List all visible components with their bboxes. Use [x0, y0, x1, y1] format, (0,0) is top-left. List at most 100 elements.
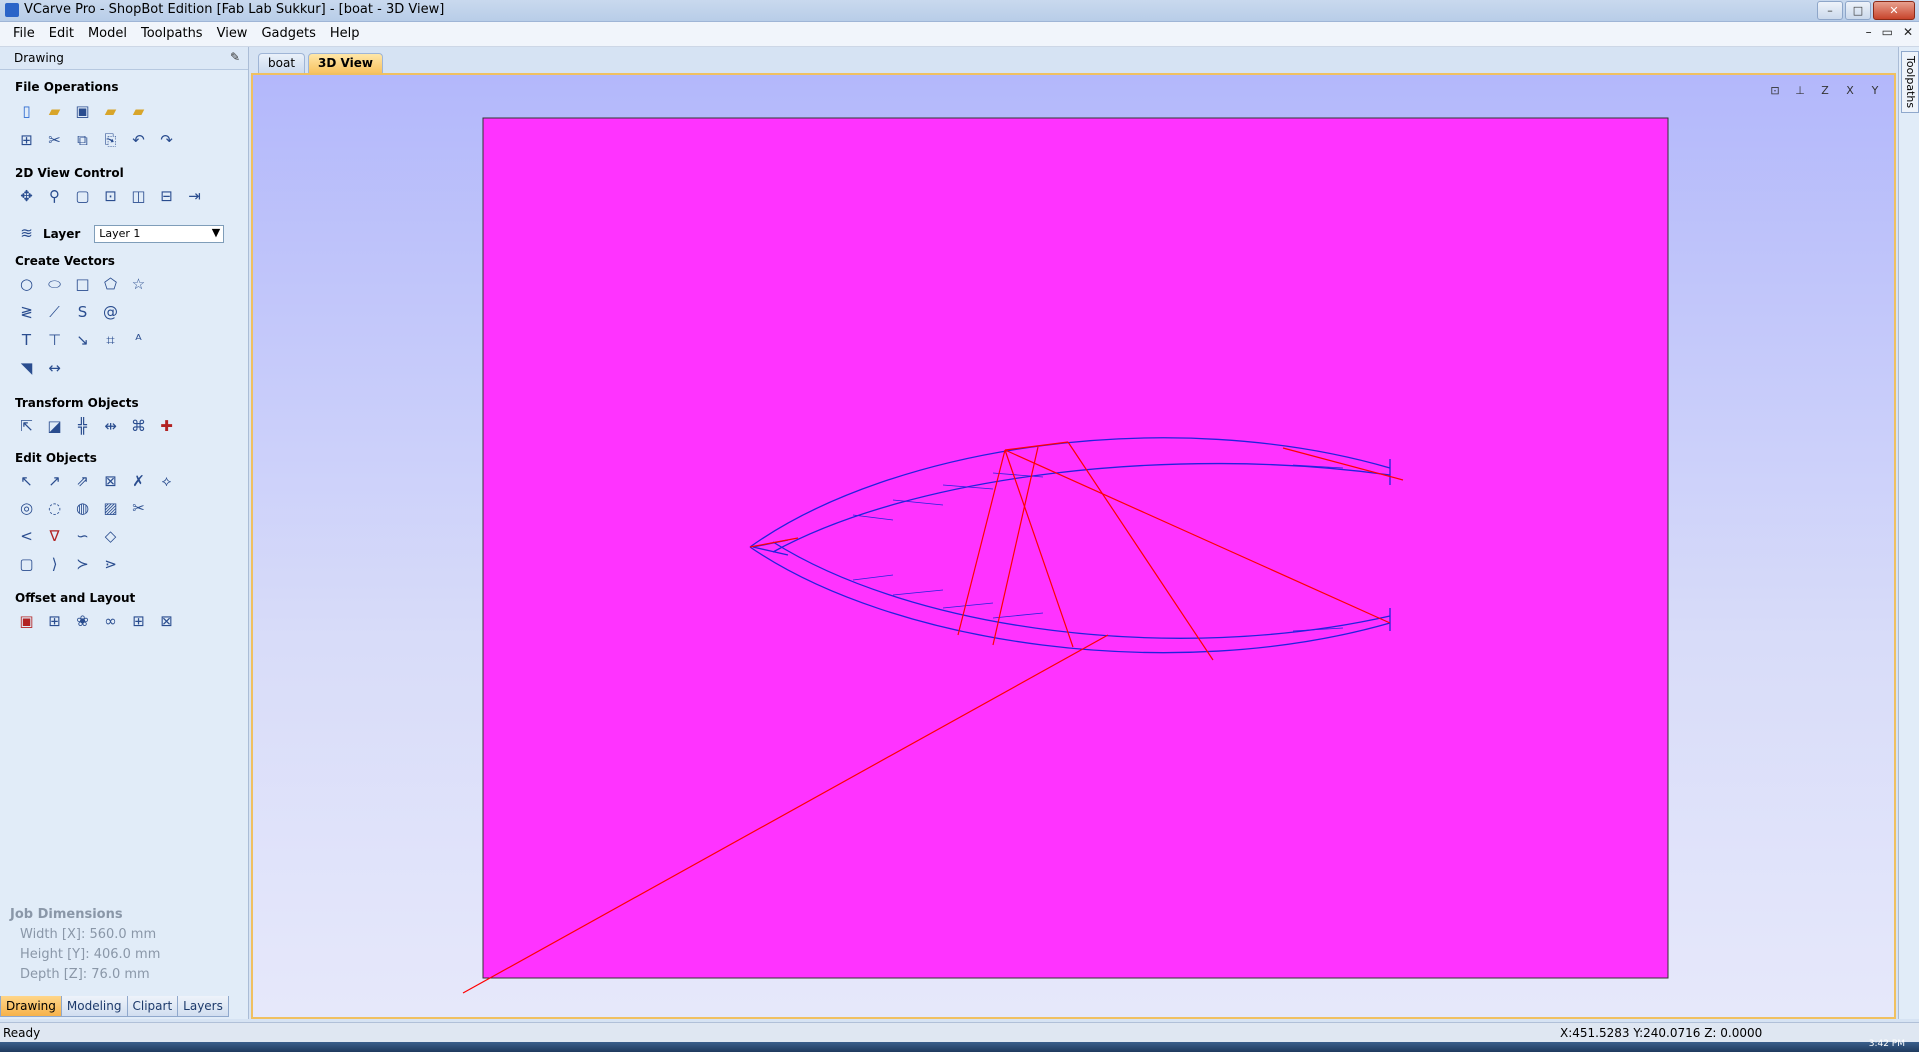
section-create-vectors: Create Vectors [15, 254, 115, 268]
zoom-icon[interactable]: ⚲ [44, 186, 65, 207]
intersect-icon[interactable]: ◍ [72, 498, 93, 519]
mdi-close-button[interactable]: ✕ [1903, 25, 1913, 39]
fit-view-icon[interactable]: ⊡ [1765, 82, 1785, 100]
path-copy-icon[interactable]: ∞ [100, 611, 121, 632]
tab-boat[interactable]: boat [258, 53, 306, 73]
export-view-icon[interactable]: ⇥ [184, 186, 205, 207]
cursor-coordinates: X:451.5283 Y:240.0716 Z: 0.0000 [1560, 1026, 1763, 1040]
move-icon[interactable]: ⇱ [16, 416, 37, 437]
job-depth: Depth [Z]: 76.0 mm [20, 967, 150, 982]
weld-icon[interactable]: ◎ [16, 498, 37, 519]
zoom-extents-icon[interactable]: ▢ [72, 186, 93, 207]
window-controls: – □ ✕ [1817, 1, 1915, 20]
text-on-curve-icon[interactable]: ↘ [72, 330, 93, 351]
text-icon[interactable]: T [16, 330, 37, 351]
auto-layout-text-icon[interactable]: ⌗ [100, 330, 121, 351]
redo-icon[interactable]: ↷ [156, 130, 177, 151]
close-button[interactable]: ✕ [1873, 1, 1915, 20]
menu-bar: File Edit Model Toolpaths View Gadgets H… [0, 22, 1919, 47]
horizontal-split-icon[interactable]: ⊟ [156, 186, 177, 207]
dimension-icon[interactable]: ↔ [44, 358, 65, 379]
measure-icon[interactable]: ⟡ [156, 471, 177, 492]
center-icon[interactable]: ✚ [156, 416, 177, 437]
layer-select[interactable]: Layer 1 ▼ [94, 224, 225, 243]
circle-icon[interactable]: ○ [16, 274, 37, 295]
select-icon[interactable]: ↖ [16, 471, 37, 492]
mirror-icon[interactable]: ⇹ [100, 416, 121, 437]
auto-layout-icon[interactable]: ⊠ [156, 611, 177, 632]
tab-toolpaths[interactable]: Toolpaths [1901, 51, 1919, 113]
import-bitmap-icon[interactable]: ▰ [128, 101, 149, 122]
subtract-icon[interactable]: ◌ [44, 498, 65, 519]
paste-icon[interactable]: ⎘ [100, 130, 121, 151]
undo-icon[interactable]: ↶ [128, 130, 149, 151]
nesting-icon[interactable]: ⊞ [44, 611, 65, 632]
text-box-icon[interactable]: ⊤ [44, 330, 65, 351]
pan-icon[interactable]: ✥ [16, 186, 37, 207]
iso-view-icon[interactable]: ⊥ [1790, 82, 1810, 100]
jigsaw-icon[interactable]: ⋗ [100, 554, 121, 575]
import-vectors-icon[interactable]: ▰ [100, 101, 121, 122]
menu-model[interactable]: Model [81, 26, 134, 41]
copy-icon[interactable]: ⧉ [72, 130, 93, 151]
polygon-icon[interactable]: ⬠ [100, 274, 121, 295]
transform-select-icon[interactable]: ⇗ [72, 471, 93, 492]
tab-layers[interactable]: Layers [177, 996, 229, 1017]
s-curve-icon[interactable]: S [72, 302, 93, 323]
group-icon[interactable]: ▢ [16, 554, 37, 575]
split-view-icon[interactable]: ◫ [128, 186, 149, 207]
layer-select-value: Layer 1 [99, 226, 141, 240]
selection-icon[interactable]: ⊠ [100, 471, 121, 492]
mdi-minimize-button[interactable]: – [1866, 25, 1872, 39]
menu-file[interactable]: File [6, 26, 42, 41]
text-arc-icon[interactable]: ᴬ [128, 330, 149, 351]
side-y-view-icon[interactable]: Y [1865, 82, 1885, 100]
scissors-icon[interactable]: ✂ [128, 498, 149, 519]
array-copy-icon[interactable]: ⊞ [128, 611, 149, 632]
menu-view[interactable]: View [210, 26, 255, 41]
trace-bitmap-icon[interactable]: ◥ [16, 358, 37, 379]
front-x-view-icon[interactable]: X [1840, 82, 1860, 100]
trim-icon[interactable]: ≻ [72, 554, 93, 575]
maximize-button[interactable]: □ [1845, 1, 1871, 20]
node-edit-icon[interactable]: ↗ [44, 471, 65, 492]
pin-icon[interactable]: ✎ [230, 50, 240, 64]
menu-toolpaths[interactable]: Toolpaths [134, 26, 210, 41]
star-icon[interactable]: ☆ [128, 274, 149, 295]
new-file-icon[interactable]: ▯ [16, 101, 37, 122]
circular-copy-icon[interactable]: ❀ [72, 611, 93, 632]
status-text: Ready [3, 1026, 41, 1040]
extend-icon[interactable]: < [16, 526, 37, 547]
top-z-view-icon[interactable]: Z [1815, 82, 1835, 100]
tab-drawing[interactable]: Drawing [0, 996, 62, 1017]
tab-modeling[interactable]: Modeling [60, 996, 128, 1017]
zoom-box-icon[interactable]: ⊡ [100, 186, 121, 207]
smooth-icon[interactable]: ∽ [72, 526, 93, 547]
tab-clipart[interactable]: Clipart [126, 996, 179, 1017]
menu-help[interactable]: Help [323, 26, 367, 41]
join-icon[interactable]: ∇ [44, 526, 65, 547]
job-setup-icon[interactable]: ⊞ [16, 130, 37, 151]
tab-3d-view[interactable]: 3D View [308, 53, 383, 73]
cut-icon[interactable]: ✂ [44, 130, 65, 151]
polyline-icon[interactable]: ≷ [16, 302, 37, 323]
mdi-restore-button[interactable]: ▭ [1882, 25, 1893, 39]
minimize-button[interactable]: – [1817, 1, 1843, 20]
open-bracket-icon[interactable]: ⟩ [44, 554, 65, 575]
offset-icon[interactable]: ▣ [16, 611, 37, 632]
3d-view-canvas[interactable] [251, 73, 1896, 1019]
ellipse-icon[interactable]: ⬭ [44, 274, 65, 295]
distort-icon[interactable]: ⌘ [128, 416, 149, 437]
curve-icon[interactable]: ⟋ [44, 302, 65, 323]
fillet-icon[interactable]: ▨ [100, 498, 121, 519]
rectangle-icon[interactable]: □ [72, 274, 93, 295]
spiral-icon[interactable]: @ [100, 302, 121, 323]
close-vector-icon[interactable]: ◇ [100, 526, 121, 547]
save-icon[interactable]: ▣ [72, 101, 93, 122]
menu-gadgets[interactable]: Gadgets [254, 26, 322, 41]
open-file-icon[interactable]: ▰ [44, 101, 65, 122]
align-icon[interactable]: ╬ [72, 416, 93, 437]
set-size-icon[interactable]: ◪ [44, 416, 65, 437]
delete-nodes-icon[interactable]: ✗ [128, 471, 149, 492]
menu-edit[interactable]: Edit [42, 26, 81, 41]
